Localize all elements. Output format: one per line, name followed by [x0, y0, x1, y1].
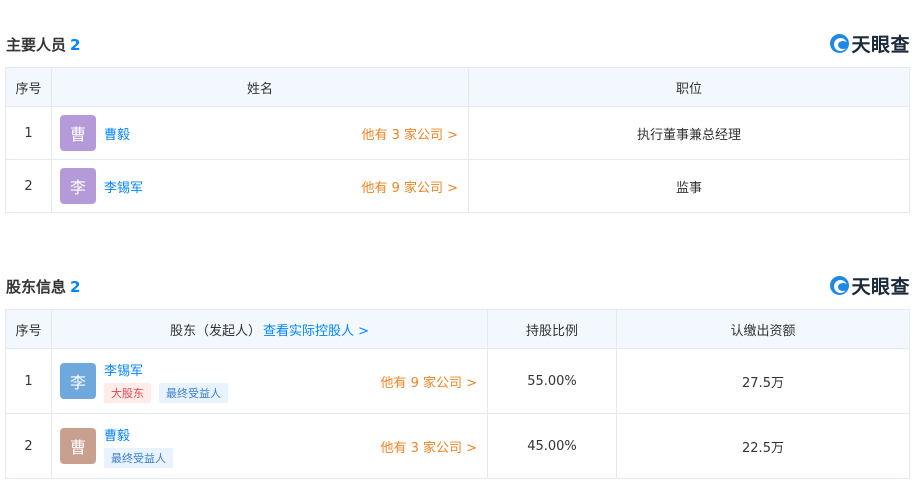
related-companies-link[interactable]: 他有 3 家公司 >: [361, 124, 458, 143]
holder-cell: 李 李锡军 大股东 最终受益人 他有 9 家公司 >: [51, 348, 488, 414]
avatar[interactable]: 李: [60, 168, 96, 204]
beneficiary-badge: 最终受益人: [104, 447, 173, 468]
col-header-index: 序号: [5, 67, 52, 107]
staff-section-title: 主要人员 2: [6, 34, 80, 55]
tianyancha-logo: 天眼查: [830, 272, 910, 299]
avatar[interactable]: 李: [60, 363, 96, 399]
related-companies-link[interactable]: 他有 9 家公司 >: [380, 372, 477, 391]
capital-cell: 22.5万: [616, 413, 910, 479]
col-header-holder: 股东（发起人） 查看实际控股人 >: [51, 309, 488, 349]
shareholders-title-text: 股东信息: [6, 278, 67, 296]
person-name-link[interactable]: 李锡军: [104, 177, 143, 196]
person-cell: 李 李锡军 他有 9 家公司 >: [51, 159, 469, 213]
view-controller-link[interactable]: 查看实际控股人 >: [263, 324, 369, 339]
row-index: 2: [5, 413, 52, 479]
staff-title-text: 主要人员: [6, 36, 67, 54]
row-index: 2: [5, 159, 52, 213]
person-cell: 曹 曹毅 他有 3 家公司 >: [51, 106, 469, 160]
row-index: 1: [5, 348, 52, 414]
table-row: 2 曹 曹毅 最终受益人 他有 3 家公司 > 45.00% 22.5万: [5, 413, 910, 479]
holder-name-link[interactable]: 曹毅: [104, 425, 130, 444]
shareholders-count: 2: [70, 278, 81, 296]
table-row: 2 李 李锡军 他有 9 家公司 > 监事: [5, 159, 910, 213]
col-header-index: 序号: [5, 309, 52, 349]
shareholders-table: 序号 股东（发起人） 查看实际控股人 > 持股比例 认缴出资额 1 李 李锡军 大…: [5, 309, 910, 479]
person-name-link[interactable]: 曹毅: [104, 124, 130, 143]
related-companies-link[interactable]: 他有 3 家公司 >: [380, 437, 477, 456]
row-index: 1: [5, 106, 52, 160]
tianyancha-logo-icon: [830, 34, 850, 53]
avatar[interactable]: 曹: [60, 115, 96, 151]
col-header-name: 姓名: [51, 67, 469, 107]
major-shareholder-badge: 大股东: [104, 382, 151, 403]
shareholders-section-title: 股东信息 2: [6, 276, 80, 297]
staff-table: 序号 姓名 职位 1 曹 曹毅 他有 3 家公司 > 执行董事兼总经理 2 李 …: [5, 67, 910, 213]
logo-text: 天眼查: [851, 276, 910, 298]
related-companies-link[interactable]: 他有 9 家公司 >: [361, 177, 458, 196]
position-cell: 执行董事兼总经理: [468, 106, 910, 160]
col-header-capital: 认缴出资额: [616, 309, 910, 349]
holder-name-link[interactable]: 李锡军: [104, 360, 143, 379]
table-row: 1 李 李锡军 大股东 最终受益人 他有 9 家公司 > 55.00% 27.5…: [5, 348, 910, 414]
tianyancha-logo: 天眼查: [830, 30, 910, 57]
col-header-position: 职位: [468, 67, 910, 107]
col-header-ratio: 持股比例: [487, 309, 617, 349]
staff-header-row: 序号 姓名 职位: [5, 67, 910, 107]
ratio-cell: 45.00%: [487, 413, 617, 479]
capital-cell: 27.5万: [616, 348, 910, 414]
ratio-cell: 55.00%: [487, 348, 617, 414]
shareholders-header-row: 序号 股东（发起人） 查看实际控股人 > 持股比例 认缴出资额: [5, 309, 910, 349]
holder-cell: 曹 曹毅 最终受益人 他有 3 家公司 >: [51, 413, 488, 479]
position-cell: 监事: [468, 159, 910, 213]
holder-header-label: 股东（发起人）: [169, 323, 261, 339]
avatar[interactable]: 曹: [60, 428, 96, 464]
staff-count: 2: [70, 36, 81, 54]
logo-text: 天眼查: [851, 34, 910, 56]
beneficiary-badge: 最终受益人: [159, 382, 228, 403]
tianyancha-logo-icon: [830, 276, 850, 295]
table-row: 1 曹 曹毅 他有 3 家公司 > 执行董事兼总经理: [5, 106, 910, 160]
